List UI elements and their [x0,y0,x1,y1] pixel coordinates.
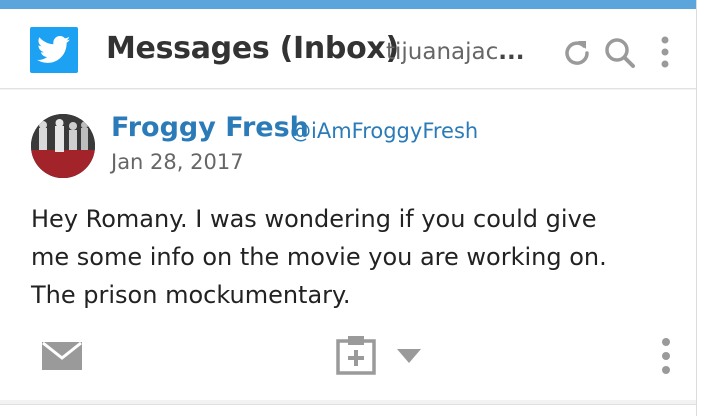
refresh-icon[interactable] [562,37,592,71]
author-name[interactable]: Froggy Fresh [111,112,309,143]
message-line: me some info on the movie you are workin… [31,243,607,271]
message-card[interactable]: Froggy Fresh @iAmFroggyFresh Jan 28, 201… [0,90,696,400]
message-line: Hey Romany. I was wondering if you could… [31,205,597,233]
stream-account: tijuanajac... [386,39,536,65]
more-options-icon[interactable] [660,35,670,73]
account-name: tijuanajac [386,39,499,65]
message-stream: Messages (Inbox) tijuanajac... Froggy Fr… [0,0,708,416]
more-options-icon[interactable] [661,336,671,380]
stream-title: Messages (Inbox) [106,31,399,66]
chevron-down-icon[interactable] [397,348,421,367]
message-date[interactable]: Jan 28, 2017 [111,150,244,174]
avatar[interactable] [31,114,95,178]
scrollbar[interactable] [696,0,708,416]
stream-header: Messages (Inbox) tijuanajac... [0,9,696,89]
next-message-card[interactable] [0,404,696,416]
account-ellipsis: ... [498,39,525,65]
stream-accent-bar [0,0,696,9]
message-line: The prison mockumentary. [31,281,351,309]
author-handle[interactable]: @iAmFroggyFresh [290,119,478,143]
twitter-icon [30,27,78,73]
message-text: Hey Romany. I was wondering if you could… [31,200,681,314]
search-icon[interactable] [604,37,636,73]
assign-task-icon[interactable] [336,335,376,379]
reply-envelope-icon[interactable] [42,341,82,374]
